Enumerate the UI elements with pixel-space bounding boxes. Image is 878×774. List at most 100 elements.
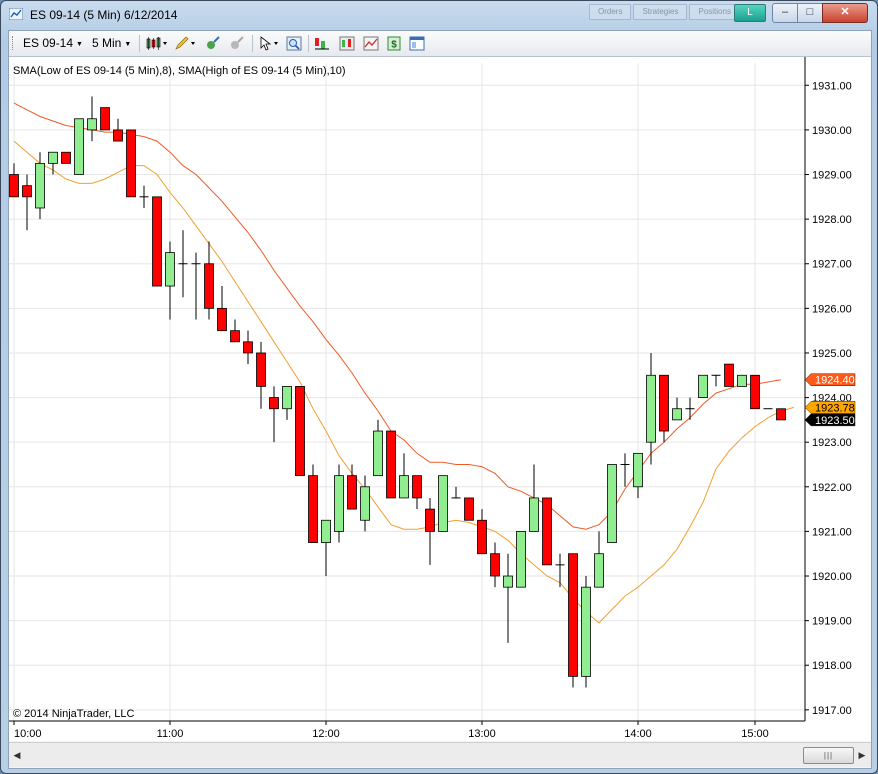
- y-tick-label: 1929.00: [812, 170, 852, 182]
- candle-body: [22, 185, 32, 198]
- candle-body: [672, 408, 682, 421]
- x-tick-label: 15:00: [741, 728, 769, 740]
- interval-selector[interactable]: 5 Min ▼: [92, 35, 131, 52]
- chevron-down-icon: ▼: [124, 41, 132, 48]
- candle-body: [438, 475, 448, 532]
- background-tab: Positions: [689, 4, 740, 20]
- maximize-button[interactable]: □: [797, 3, 823, 23]
- candle-body: [152, 196, 162, 287]
- candle-body: [399, 475, 409, 499]
- instrument-label: ES 09-14: [23, 36, 74, 50]
- x-tick-label: 14:00: [624, 728, 652, 740]
- zoom-icon[interactable]: [286, 36, 302, 51]
- candle-body: [659, 374, 669, 432]
- candle-body: [750, 374, 760, 410]
- candle-body: [204, 263, 214, 309]
- candle-body: [776, 408, 786, 421]
- price-marker-label: 1923.78: [815, 402, 855, 414]
- candle-body: [386, 430, 396, 499]
- price-chart-svg: 1917.00 1918.00 1919.00 1920.00 1921.00 1922.…: [9, 57, 856, 740]
- indicator-label: SMA(Low of ES 09-14 (5 Min),8), SMA(High…: [13, 65, 346, 77]
- candle-body: [269, 397, 279, 410]
- candle-body: [568, 553, 578, 677]
- y-tick-label: 1928.00: [812, 214, 852, 226]
- toolbar-separator: [308, 35, 309, 52]
- candle-body: [74, 118, 84, 175]
- y-tick-label: 1923.00: [812, 437, 852, 449]
- copyright-label: © 2014 NinjaTrader, LLC: [13, 708, 134, 720]
- chart-style-icon[interactable]: [146, 36, 168, 51]
- y-tick-label: 1925.00: [812, 348, 852, 360]
- candle-body: [360, 486, 370, 521]
- title-bar[interactable]: ES 09-14 (5 Min) 6/12/2014 Orders Strate…: [1, 1, 877, 29]
- candle-body: [87, 118, 97, 131]
- x-tick-label: 12:00: [312, 728, 340, 740]
- candle-body: [308, 475, 318, 543]
- y-tick-label: 1917.00: [812, 705, 852, 717]
- scroll-right-arrow[interactable]: ▶: [854, 746, 870, 764]
- candle-body: [321, 519, 331, 543]
- candle-body: [698, 374, 708, 398]
- candle-body: [256, 352, 266, 387]
- x-tick-label: 10:00: [14, 728, 42, 740]
- candle-body: [529, 497, 539, 532]
- candle-body: [113, 129, 123, 142]
- chart-window: ES 09-14 (5 Min) 6/12/2014 Orders Strate…: [0, 0, 878, 774]
- link-button[interactable]: L: [734, 4, 766, 22]
- chart-client: ES 09-14 ▼ 5 Min ▼ $ 1917.00 1918.00 191…: [8, 30, 872, 769]
- minimize-button[interactable]: –: [772, 3, 798, 23]
- candle-body: [542, 497, 552, 566]
- x-tick-label: 13:00: [468, 728, 496, 740]
- y-tick-label: 1927.00: [812, 259, 852, 271]
- global-draw-icon[interactable]: [229, 36, 245, 51]
- candle-body: [165, 252, 175, 287]
- background-tab: Strategies: [633, 4, 688, 20]
- candle-body: [503, 575, 513, 588]
- data-series-icon[interactable]: [314, 36, 330, 51]
- candle-body: [516, 531, 526, 588]
- candle-body: [347, 475, 357, 510]
- candle-body: [61, 151, 71, 164]
- candle-body: [594, 553, 604, 588]
- draw-pencil-icon[interactable]: [174, 36, 196, 51]
- toolbar-separator: [252, 35, 253, 52]
- candle-body: [295, 386, 305, 477]
- candle-body: [633, 452, 643, 488]
- y-tick-label: 1930.00: [812, 125, 852, 137]
- scroll-thumb[interactable]: |||: [803, 747, 854, 764]
- instrument-selector[interactable]: ES 09-14 ▼: [23, 35, 83, 52]
- sma-low-line: [13, 140, 795, 624]
- scroll-left-arrow[interactable]: ◀: [9, 746, 25, 764]
- candle-body: [48, 151, 58, 164]
- close-button[interactable]: ✕: [822, 3, 868, 23]
- indicators-icon[interactable]: [339, 36, 355, 51]
- price-marker-label: 1923.50: [815, 415, 855, 427]
- price-marker-label: 1924.40: [815, 375, 855, 387]
- toolbar-grip[interactable]: [12, 36, 15, 50]
- background-tab: Orders: [589, 4, 632, 20]
- candle-body: [425, 508, 435, 532]
- snap-mode-icon[interactable]: [205, 36, 221, 51]
- pointer-icon[interactable]: [258, 36, 280, 51]
- candle-body: [412, 475, 422, 499]
- x-tick-label: 11:00: [157, 728, 184, 740]
- candle-body: [607, 464, 617, 543]
- y-tick-label: 1931.00: [812, 80, 852, 92]
- dollar-icon[interactable]: $: [386, 36, 402, 51]
- candle-body: [230, 330, 240, 343]
- chevron-down-icon: ▼: [76, 41, 83, 48]
- candle-body: [126, 129, 136, 198]
- candle-body: [243, 341, 253, 354]
- candle-body: [464, 497, 474, 521]
- strategies-icon[interactable]: [363, 36, 379, 51]
- candle-body: [100, 107, 110, 131]
- y-tick-label: 1922.00: [812, 482, 852, 494]
- price-chart[interactable]: 1917.00 1918.00 1919.00 1920.00 1921.00 1922.…: [9, 57, 871, 741]
- properties-icon[interactable]: [409, 36, 425, 51]
- y-tick-label: 1926.00: [812, 303, 852, 315]
- candle-body: [35, 162, 45, 209]
- horizontal-scrollbar[interactable]: ◀ ||| ▶: [9, 742, 871, 767]
- candle-body: [581, 586, 591, 677]
- window-title: ES 09-14 (5 Min) 6/12/2014: [30, 8, 178, 22]
- background-window-tabs: Orders Strategies Positions: [589, 4, 740, 20]
